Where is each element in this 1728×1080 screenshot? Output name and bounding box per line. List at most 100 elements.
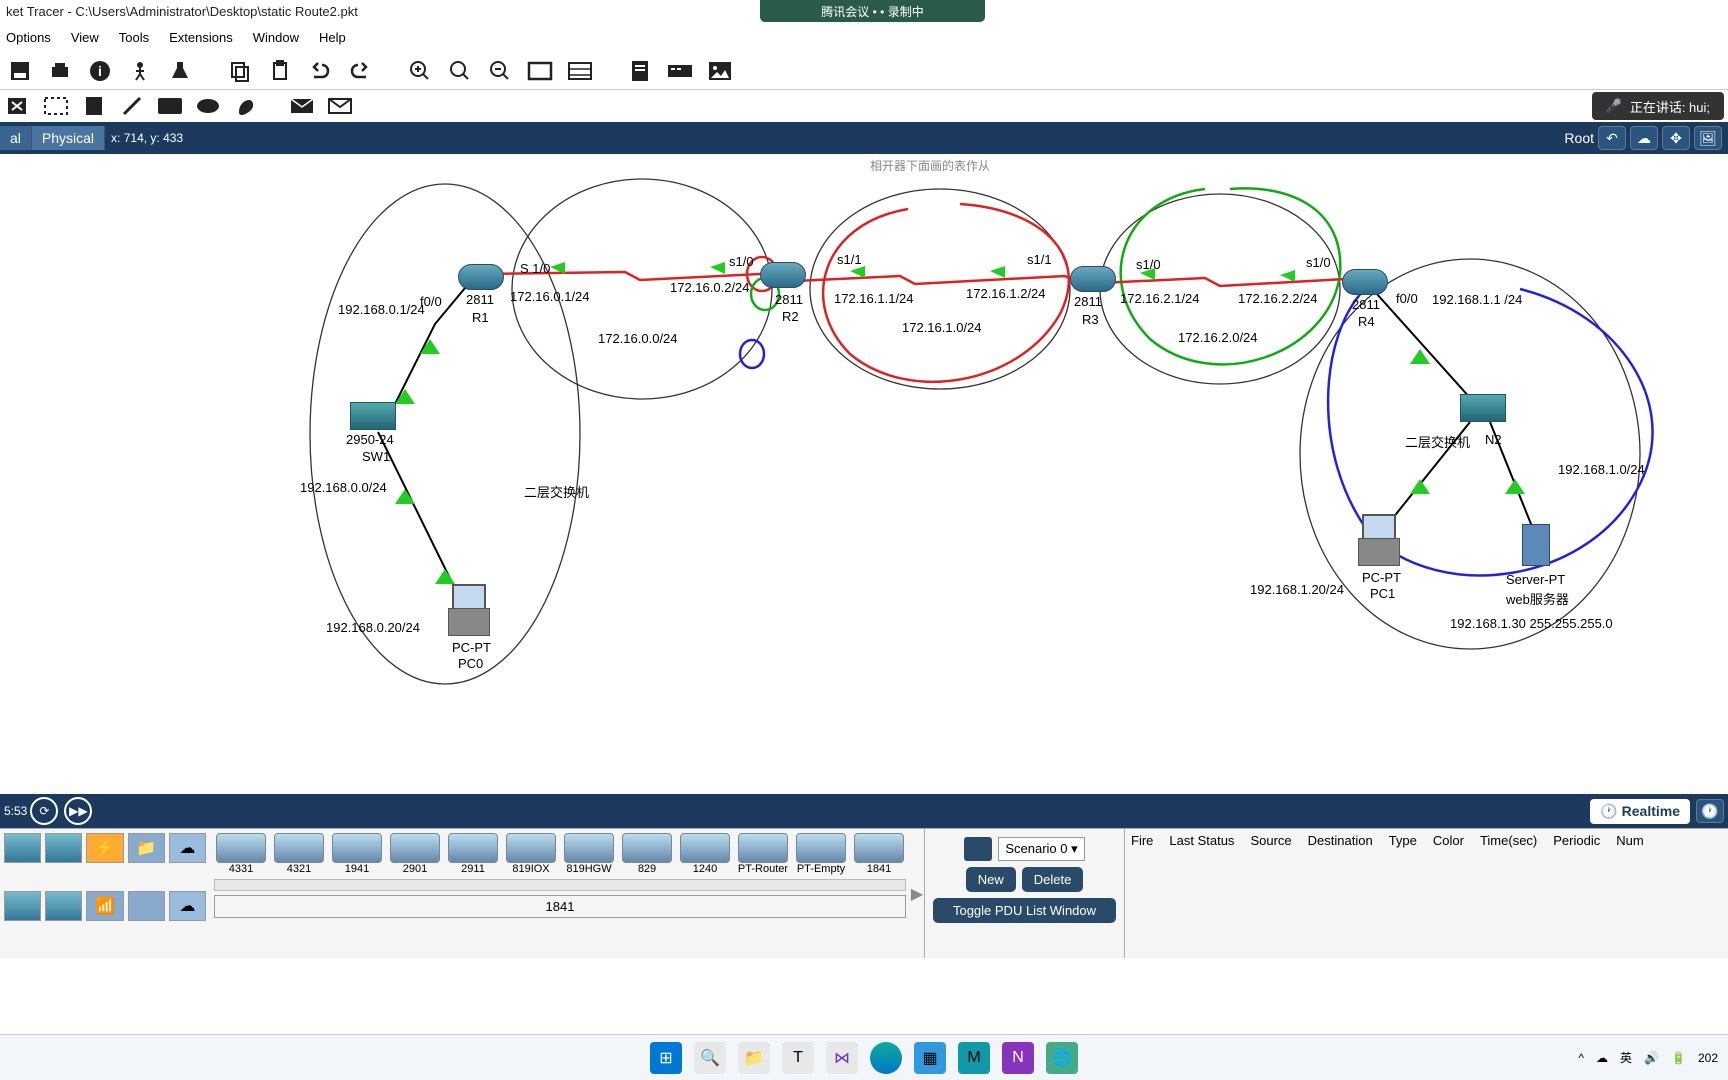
device-item[interactable]: PT-Router (736, 833, 790, 875)
workspace-canvas[interactable]: 相开器下面画的表作从 2811 R1 2811 R2 2811 R3 2811 … (0, 154, 1728, 794)
logical-tab[interactable]: al (0, 126, 32, 150)
device-item[interactable]: 4321 (272, 833, 326, 875)
redo-icon[interactable] (344, 55, 376, 87)
delete-tool-icon[interactable] (4, 92, 32, 120)
copy-icon[interactable] (224, 55, 256, 87)
vs-icon[interactable]: ⋈ (826, 1042, 858, 1074)
device-item[interactable]: 1941 (330, 833, 384, 875)
menu-help[interactable]: Help (319, 30, 346, 48)
device-item[interactable]: 4331 (214, 833, 268, 875)
sub-wireless-icon[interactable]: 📶 (86, 891, 123, 921)
router-r2[interactable] (760, 262, 806, 288)
freeform-shape-icon[interactable] (232, 92, 260, 120)
device-icon[interactable] (664, 55, 696, 87)
tray-cloud-icon[interactable]: ☁ (1596, 1051, 1608, 1065)
menu-tools[interactable]: Tools (119, 30, 149, 48)
resize-tool-icon[interactable] (42, 92, 70, 120)
device-scrollbar[interactable] (214, 879, 906, 891)
nav-bg-icon[interactable]: 🖼 (1694, 126, 1722, 150)
pc-pc0[interactable] (448, 584, 490, 636)
activity-icon[interactable] (124, 55, 156, 87)
delete-button[interactable]: Delete (1022, 867, 1084, 892)
table-icon[interactable] (564, 55, 596, 87)
device-name-field[interactable]: 1841 (214, 895, 906, 918)
start-icon[interactable]: ⊞ (650, 1042, 682, 1074)
tray-expand-icon[interactable]: ^ (1578, 1051, 1584, 1065)
event-col[interactable]: Num (1612, 833, 1647, 848)
ellipse-shape-icon[interactable] (194, 92, 222, 120)
router-r3[interactable] (1070, 266, 1116, 292)
menu-window[interactable]: Window (253, 30, 299, 48)
nav-cloud-icon[interactable]: ☁ (1630, 126, 1658, 150)
device-item[interactable]: 1841 (852, 833, 906, 875)
onenote-icon[interactable]: N (1002, 1042, 1034, 1074)
cat-router-icon[interactable] (45, 833, 82, 863)
pdu-envelope-icon[interactable] (964, 837, 992, 861)
router-r4[interactable] (1342, 269, 1388, 295)
event-col[interactable]: Fire (1127, 833, 1157, 848)
server[interactable] (1522, 524, 1550, 566)
zoom-in-icon[interactable] (404, 55, 436, 87)
undo-icon[interactable] (304, 55, 336, 87)
tray-battery-icon[interactable]: 🔋 (1671, 1051, 1686, 1065)
nav-move-icon[interactable]: ✥ (1662, 126, 1690, 150)
tray-volume-icon[interactable]: 🔊 (1644, 1051, 1659, 1065)
menu-view[interactable]: View (71, 30, 99, 48)
cat-cloud-icon[interactable]: ☁ (169, 833, 206, 863)
switch-sw2[interactable] (1460, 394, 1506, 422)
new-button[interactable]: New (966, 867, 1016, 892)
device-item[interactable]: 829 (620, 833, 674, 875)
physical-tab[interactable]: Physical (32, 126, 105, 150)
meeting-recording-bar[interactable]: 腾讯会议 • • 录制中 (760, 0, 985, 22)
clock-partial[interactable]: 202 (1698, 1051, 1718, 1065)
menu-extensions[interactable]: Extensions (169, 30, 233, 48)
fast-forward-icon[interactable]: ▶▶ (64, 797, 92, 825)
device-item[interactable]: 2911 (446, 833, 500, 875)
zoom-reset-icon[interactable] (444, 55, 476, 87)
device-item[interactable]: PT-Empty (794, 833, 848, 875)
device-item[interactable]: 819IOX (504, 833, 558, 875)
paste-icon[interactable] (264, 55, 296, 87)
device-item[interactable]: 1240 (678, 833, 732, 875)
event-col[interactable]: Destination (1304, 833, 1377, 848)
sub-router-icon[interactable] (4, 891, 41, 921)
pc-pc1[interactable] (1358, 514, 1400, 566)
expand-right-icon[interactable]: ▶ (910, 829, 924, 958)
menu-options[interactable]: Options (6, 30, 51, 48)
search-icon[interactable]: 🔍 (694, 1042, 726, 1074)
event-col[interactable]: Type (1385, 833, 1421, 848)
notes-icon[interactable] (624, 55, 656, 87)
sub-security-icon[interactable] (128, 891, 165, 921)
cat-lightning-icon[interactable]: ⚡ (86, 833, 123, 863)
event-col[interactable]: Time(sec) (1476, 833, 1541, 848)
cat-folder-icon[interactable]: 📁 (128, 833, 165, 863)
reset-time-icon[interactable]: ⟳ (30, 797, 58, 825)
save-icon[interactable] (4, 55, 36, 87)
toggle-pdu-button[interactable]: Toggle PDU List Window (933, 898, 1116, 923)
info-icon[interactable]: i (84, 55, 116, 87)
rectangle-tool-icon[interactable] (524, 55, 556, 87)
event-col[interactable]: Color (1429, 833, 1468, 848)
device-item[interactable]: 819HGW (562, 833, 616, 875)
sub-wan-icon[interactable]: ☁ (169, 891, 206, 921)
switch-sw1[interactable] (350, 402, 396, 430)
text-app-icon[interactable]: T (782, 1042, 814, 1074)
event-col[interactable]: Periodic (1549, 833, 1604, 848)
router-r1[interactable] (458, 264, 504, 290)
app1-icon[interactable]: ▦ (914, 1042, 946, 1074)
device-item[interactable]: 2901 (388, 833, 442, 875)
ime-indicator[interactable]: 英 (1620, 1049, 1632, 1066)
nav-back-icon[interactable]: ↶ (1598, 126, 1626, 150)
print-icon[interactable] (44, 55, 76, 87)
sub-switch-icon[interactable] (45, 891, 82, 921)
event-col[interactable]: Last Status (1165, 833, 1238, 848)
edge-icon[interactable] (870, 1042, 902, 1074)
zoom-out-icon[interactable] (484, 55, 516, 87)
photo-icon[interactable] (704, 55, 736, 87)
scenario-select[interactable]: Scenario 0 ▾ (998, 837, 1084, 861)
realtime-button[interactable]: 🕐Realtime (1590, 799, 1690, 824)
app2-icon[interactable]: M (958, 1042, 990, 1074)
lab-icon[interactable] (164, 55, 196, 87)
simulation-toggle-icon[interactable]: 🕐 (1696, 799, 1724, 823)
rect-shape-icon[interactable] (156, 92, 184, 120)
